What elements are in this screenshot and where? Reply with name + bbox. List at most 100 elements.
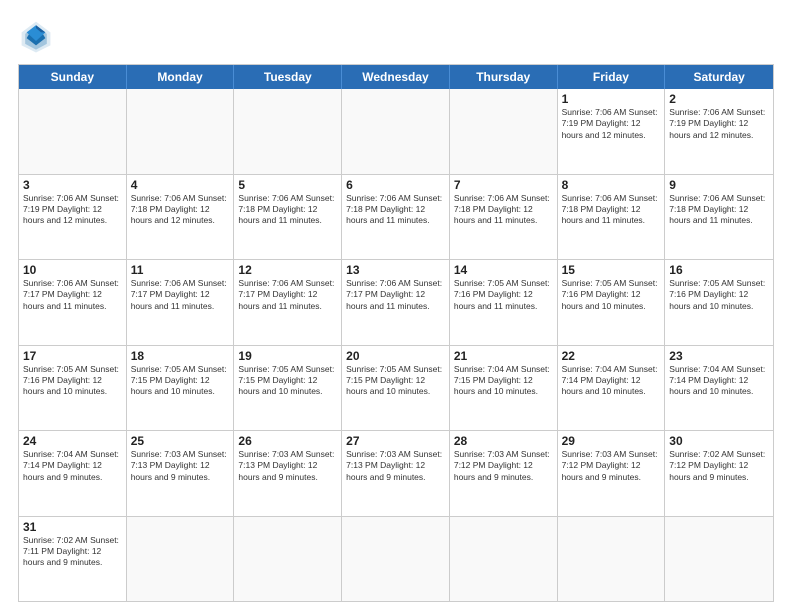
day-cell-7: 7Sunrise: 7:06 AM Sunset: 7:18 PM Daylig… bbox=[450, 175, 558, 260]
day-number: 2 bbox=[669, 92, 769, 106]
day-info: Sunrise: 7:06 AM Sunset: 7:18 PM Dayligh… bbox=[454, 193, 553, 227]
day-number: 18 bbox=[131, 349, 230, 363]
day-number: 31 bbox=[23, 520, 122, 534]
day-number: 16 bbox=[669, 263, 769, 277]
day-info: Sunrise: 7:06 AM Sunset: 7:18 PM Dayligh… bbox=[346, 193, 445, 227]
day-cell-empty bbox=[127, 517, 235, 602]
day-info: Sunrise: 7:05 AM Sunset: 7:16 PM Dayligh… bbox=[454, 278, 553, 312]
day-info: Sunrise: 7:04 AM Sunset: 7:14 PM Dayligh… bbox=[23, 449, 122, 483]
day-cell-15: 15Sunrise: 7:05 AM Sunset: 7:16 PM Dayli… bbox=[558, 260, 666, 345]
weekday-header-saturday: Saturday bbox=[665, 65, 773, 89]
day-info: Sunrise: 7:05 AM Sunset: 7:15 PM Dayligh… bbox=[346, 364, 445, 398]
weekday-header-sunday: Sunday bbox=[19, 65, 127, 89]
day-info: Sunrise: 7:06 AM Sunset: 7:17 PM Dayligh… bbox=[238, 278, 337, 312]
day-number: 15 bbox=[562, 263, 661, 277]
day-info: Sunrise: 7:05 AM Sunset: 7:16 PM Dayligh… bbox=[669, 278, 769, 312]
day-cell-1: 1Sunrise: 7:06 AM Sunset: 7:19 PM Daylig… bbox=[558, 89, 666, 174]
day-info: Sunrise: 7:03 AM Sunset: 7:12 PM Dayligh… bbox=[562, 449, 661, 483]
day-info: Sunrise: 7:06 AM Sunset: 7:19 PM Dayligh… bbox=[23, 193, 122, 227]
day-info: Sunrise: 7:03 AM Sunset: 7:13 PM Dayligh… bbox=[238, 449, 337, 483]
day-info: Sunrise: 7:06 AM Sunset: 7:18 PM Dayligh… bbox=[562, 193, 661, 227]
day-number: 30 bbox=[669, 434, 769, 448]
logo bbox=[18, 18, 58, 54]
day-number: 21 bbox=[454, 349, 553, 363]
day-info: Sunrise: 7:03 AM Sunset: 7:13 PM Dayligh… bbox=[346, 449, 445, 483]
calendar-week-1: 1 Sunrise: 7:06 AM Sunset: 7:19 PM Daylig… bbox=[19, 89, 773, 174]
calendar-week-3: 10Sunrise: 7:06 AM Sunset: 7:17 PM Dayli… bbox=[19, 259, 773, 345]
day-cell-5: 5Sunrise: 7:06 AM Sunset: 7:18 PM Daylig… bbox=[234, 175, 342, 260]
day-cell-empty bbox=[19, 89, 127, 174]
day-cell-empty bbox=[665, 517, 773, 602]
calendar-week-5: 24Sunrise: 7:04 AM Sunset: 7:14 PM Dayli… bbox=[19, 430, 773, 516]
day-cell-8: 8Sunrise: 7:06 AM Sunset: 7:18 PM Daylig… bbox=[558, 175, 666, 260]
day-cell-empty bbox=[234, 517, 342, 602]
day-number: 13 bbox=[346, 263, 445, 277]
day-info: Sunrise: 7:05 AM Sunset: 7:15 PM Dayligh… bbox=[238, 364, 337, 398]
day-info: Sunrise: 7:05 AM Sunset: 7:16 PM Dayligh… bbox=[562, 278, 661, 312]
calendar: SundayMondayTuesdayWednesdayThursdayFrid… bbox=[18, 64, 774, 602]
day-cell-empty bbox=[234, 89, 342, 174]
day-cell-3: 3Sunrise: 7:06 AM Sunset: 7:19 PM Daylig… bbox=[19, 175, 127, 260]
day-info: Sunrise: 7:06 AM Sunset: 7:18 PM Dayligh… bbox=[131, 193, 230, 227]
day-cell-20: 20Sunrise: 7:05 AM Sunset: 7:15 PM Dayli… bbox=[342, 346, 450, 431]
day-cell-13: 13Sunrise: 7:06 AM Sunset: 7:17 PM Dayli… bbox=[342, 260, 450, 345]
day-info: Sunrise: 7:04 AM Sunset: 7:14 PM Dayligh… bbox=[669, 364, 769, 398]
day-number: 10 bbox=[23, 263, 122, 277]
day-info: Sunrise: 7:06 AM Sunset: 7:19 PM Dayligh… bbox=[669, 107, 769, 141]
day-cell-9: 9Sunrise: 7:06 AM Sunset: 7:18 PM Daylig… bbox=[665, 175, 773, 260]
day-cell-28: 28Sunrise: 7:03 AM Sunset: 7:12 PM Dayli… bbox=[450, 431, 558, 516]
day-cell-23: 23Sunrise: 7:04 AM Sunset: 7:14 PM Dayli… bbox=[665, 346, 773, 431]
day-info: Sunrise: 7:06 AM Sunset: 7:17 PM Dayligh… bbox=[346, 278, 445, 312]
day-cell-11: 11Sunrise: 7:06 AM Sunset: 7:17 PM Dayli… bbox=[127, 260, 235, 345]
weekday-header-wednesday: Wednesday bbox=[342, 65, 450, 89]
calendar-week-6: 31Sunrise: 7:02 AM Sunset: 7:11 PM Dayli… bbox=[19, 516, 773, 602]
day-info: Sunrise: 7:03 AM Sunset: 7:12 PM Dayligh… bbox=[454, 449, 553, 483]
day-info: Sunrise: 7:02 AM Sunset: 7:12 PM Dayligh… bbox=[669, 449, 769, 483]
day-cell-27: 27Sunrise: 7:03 AM Sunset: 7:13 PM Dayli… bbox=[342, 431, 450, 516]
day-info: Sunrise: 7:05 AM Sunset: 7:16 PM Dayligh… bbox=[23, 364, 122, 398]
weekday-header-friday: Friday bbox=[558, 65, 666, 89]
day-cell-2: 2Sunrise: 7:06 AM Sunset: 7:19 PM Daylig… bbox=[665, 89, 773, 174]
day-cell-empty bbox=[342, 517, 450, 602]
day-cell-empty bbox=[450, 89, 558, 174]
day-number: 5 bbox=[238, 178, 337, 192]
day-cell-25: 25Sunrise: 7:03 AM Sunset: 7:13 PM Dayli… bbox=[127, 431, 235, 516]
day-info: Sunrise: 7:06 AM Sunset: 7:18 PM Dayligh… bbox=[238, 193, 337, 227]
day-number: 27 bbox=[346, 434, 445, 448]
day-info: Sunrise: 7:06 AM Sunset: 7:17 PM Dayligh… bbox=[23, 278, 122, 312]
day-number: 4 bbox=[131, 178, 230, 192]
day-info: Sunrise: 7:04 AM Sunset: 7:15 PM Dayligh… bbox=[454, 364, 553, 398]
calendar-body: 1 Sunrise: 7:06 AM Sunset: 7:19 PM Daylig… bbox=[19, 89, 773, 601]
day-number: 1 bbox=[562, 92, 661, 106]
day-number: 7 bbox=[454, 178, 553, 192]
day-cell-16: 16Sunrise: 7:05 AM Sunset: 7:16 PM Dayli… bbox=[665, 260, 773, 345]
day-info: Sunrise: 7:06 AM Sunset: 7:17 PM Dayligh… bbox=[131, 278, 230, 312]
day-number: 9 bbox=[669, 178, 769, 192]
day-cell-17: 17Sunrise: 7:05 AM Sunset: 7:16 PM Dayli… bbox=[19, 346, 127, 431]
day-cell-empty bbox=[342, 89, 450, 174]
day-cell-29: 29Sunrise: 7:03 AM Sunset: 7:12 PM Dayli… bbox=[558, 431, 666, 516]
day-number: 14 bbox=[454, 263, 553, 277]
day-cell-empty bbox=[450, 517, 558, 602]
day-cell-empty bbox=[127, 89, 235, 174]
day-info: Sunrise: 7:06 AM Sunset: 7:18 PM Dayligh… bbox=[669, 193, 769, 227]
day-cell-10: 10Sunrise: 7:06 AM Sunset: 7:17 PM Dayli… bbox=[19, 260, 127, 345]
day-number: 22 bbox=[562, 349, 661, 363]
weekday-header-monday: Monday bbox=[127, 65, 235, 89]
day-number: 17 bbox=[23, 349, 122, 363]
day-cell-22: 22Sunrise: 7:04 AM Sunset: 7:14 PM Dayli… bbox=[558, 346, 666, 431]
day-number: 25 bbox=[131, 434, 230, 448]
day-cell-30: 30Sunrise: 7:02 AM Sunset: 7:12 PM Dayli… bbox=[665, 431, 773, 516]
day-cell-26: 26Sunrise: 7:03 AM Sunset: 7:13 PM Dayli… bbox=[234, 431, 342, 516]
generalblue-icon bbox=[18, 18, 54, 54]
day-cell-14: 14Sunrise: 7:05 AM Sunset: 7:16 PM Dayli… bbox=[450, 260, 558, 345]
day-cell-24: 24Sunrise: 7:04 AM Sunset: 7:14 PM Dayli… bbox=[19, 431, 127, 516]
calendar-week-4: 17Sunrise: 7:05 AM Sunset: 7:16 PM Dayli… bbox=[19, 345, 773, 431]
day-cell-empty bbox=[558, 517, 666, 602]
day-number: 28 bbox=[454, 434, 553, 448]
day-number: 11 bbox=[131, 263, 230, 277]
day-cell-6: 6Sunrise: 7:06 AM Sunset: 7:18 PM Daylig… bbox=[342, 175, 450, 260]
day-info: Sunrise: 7:02 AM Sunset: 7:11 PM Dayligh… bbox=[23, 535, 122, 569]
day-info: Sunrise: 7:04 AM Sunset: 7:14 PM Dayligh… bbox=[562, 364, 661, 398]
day-info: Sunrise: 7:05 AM Sunset: 7:15 PM Dayligh… bbox=[131, 364, 230, 398]
